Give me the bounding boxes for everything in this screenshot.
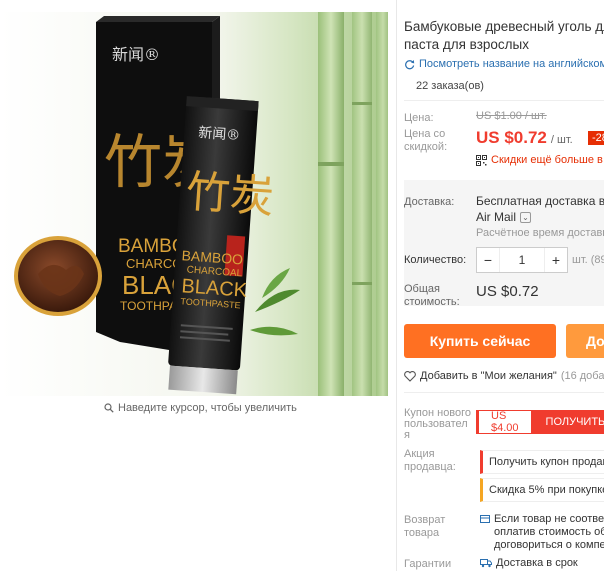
heart-icon [404, 370, 416, 382]
coupon-label-line-2: пользовател [404, 418, 468, 430]
returns-policy-line-2: оплатив стоимость обр [494, 526, 604, 538]
bulk-discount-promo[interactable]: Скидка 5% при покупке [480, 478, 604, 502]
app-discount-text[interactable]: Скидки ещё больше в п [491, 154, 604, 166]
shipping-label: Доставка: [404, 196, 455, 208]
app-discount-promo[interactable]: Скидки ещё больше в п [476, 154, 604, 166]
column-divider [396, 0, 397, 571]
total-label-line-2: стоимость: [404, 296, 460, 308]
guarantee-label: Гарантии [404, 558, 452, 570]
shipping-method-text[interactable]: Air Mail [476, 210, 516, 224]
product-title: Бамбуковые древесный уголь для паста для… [404, 18, 604, 54]
divider [404, 100, 604, 101]
quantity-input[interactable]: 1 [499, 248, 545, 272]
sale-price-amount: US $0.72 [476, 128, 547, 147]
translate-title-link[interactable]: Посмотреть название на английском [404, 58, 604, 70]
zoom-hint-text: Наведите курсор, чтобы увеличить [118, 402, 297, 414]
wishlist-text[interactable]: Добавить в "Мои желания" [420, 370, 557, 382]
orders-count: 22 заказа(ов) [416, 80, 484, 92]
new-user-coupon[interactable]: US $4.00 ПОЛУЧИТЬ [476, 410, 604, 434]
seller-promo-label: Акция продавца: [404, 448, 456, 474]
discount-price-label: Цена со скидкой: [404, 128, 447, 154]
add-to-wishlist-link[interactable]: Добавить в "Мои желания" (16 доба [404, 370, 604, 382]
return-policy-icon [480, 515, 490, 523]
divider [404, 392, 604, 393]
chevron-down-icon[interactable]: ⌄ [520, 211, 532, 223]
returns-policy-line-3: договориться о компе [494, 539, 604, 551]
add-to-cart-button[interactable]: До [566, 324, 604, 358]
refresh-icon [405, 59, 415, 69]
product-info-panel: Бамбуковые древесный уголь для паста для… [404, 0, 604, 571]
returns-label-line-1: Возврат [404, 514, 446, 526]
shipping-value: Бесплатная доставка в R [476, 194, 604, 208]
stock-available: шт. (897 [572, 254, 604, 266]
delivery-estimate: Расчётное время доставки [476, 227, 604, 239]
seller-promo-label-line-1: Акция [404, 448, 435, 460]
buy-now-button[interactable]: Купить сейчас [404, 324, 556, 358]
returns-label-line-2: товара [404, 527, 440, 539]
quantity-decrease-button[interactable]: − [477, 248, 499, 272]
box-brand-logo: 新闻® [112, 45, 160, 64]
discount-badge: -28 [588, 131, 604, 145]
returns-policy-line-1: Если товар не соответс [494, 513, 604, 525]
product-image[interactable]: 新闻® 竹炭 BAMBOO CHARCOAL BLACK TOOTHPASTE … [0, 12, 388, 396]
total-label-line-1: Общая [404, 283, 440, 295]
original-price: US $1.00 / шт. [476, 110, 547, 122]
coupon-label-line-3: я [404, 429, 410, 441]
wishlist-count: (16 доба [560, 370, 604, 382]
discount-price-label-line-1: Цена со [404, 128, 446, 140]
seller-promo-label-line-2: продавца: [404, 461, 456, 473]
get-coupon-button[interactable]: ПОЛУЧИТЬ [531, 410, 604, 434]
quantity-increase-button[interactable]: + [545, 248, 567, 272]
coupon-amount: US $4.00 [476, 410, 532, 434]
price-label: Цена: [404, 112, 434, 124]
discount-price-label-line-2: скидкой: [404, 141, 448, 153]
sale-price-unit: / шт. [550, 134, 573, 146]
product-photo: 新闻® 竹炭 BAMBOO CHARCOAL BLACK TOOTHPASTE … [0, 12, 388, 396]
quantity-label: Количество: [404, 254, 467, 266]
returns-policy: Если товар не соответс оплатив стоимость… [480, 513, 604, 552]
tube-brand-logo: 新闻® [198, 125, 241, 144]
tube-chinese-characters: 竹炭 [184, 166, 275, 223]
qr-code-icon [476, 154, 487, 166]
total-label: Общая стоимость: [404, 283, 460, 309]
total-price: US $0.72 [476, 283, 539, 300]
product-title-line-1: Бамбуковые древесный уголь для [404, 19, 604, 34]
new-user-coupon-label: Купон нового пользовател я [404, 408, 471, 441]
shipping-method-select[interactable]: Air Mail ⌄ [476, 210, 532, 224]
guarantee-text: Доставка в срок [496, 557, 578, 569]
returns-label: Возврат товара [404, 514, 445, 540]
truck-icon [480, 559, 492, 568]
translate-link-text[interactable]: Посмотреть название на английском [419, 58, 604, 70]
magnifier-icon [104, 403, 114, 413]
sale-price: US $0.72 / шт. [476, 128, 573, 148]
product-title-line-2: паста для взрослых [404, 37, 529, 52]
guarantee-on-time-delivery: Доставка в срок [480, 557, 578, 569]
zoom-hint: Наведите курсор, чтобы увеличить [104, 402, 297, 414]
seller-coupon-promo[interactable]: Получить купон продав [480, 450, 604, 474]
quantity-stepper[interactable]: − 1 + [476, 247, 568, 273]
